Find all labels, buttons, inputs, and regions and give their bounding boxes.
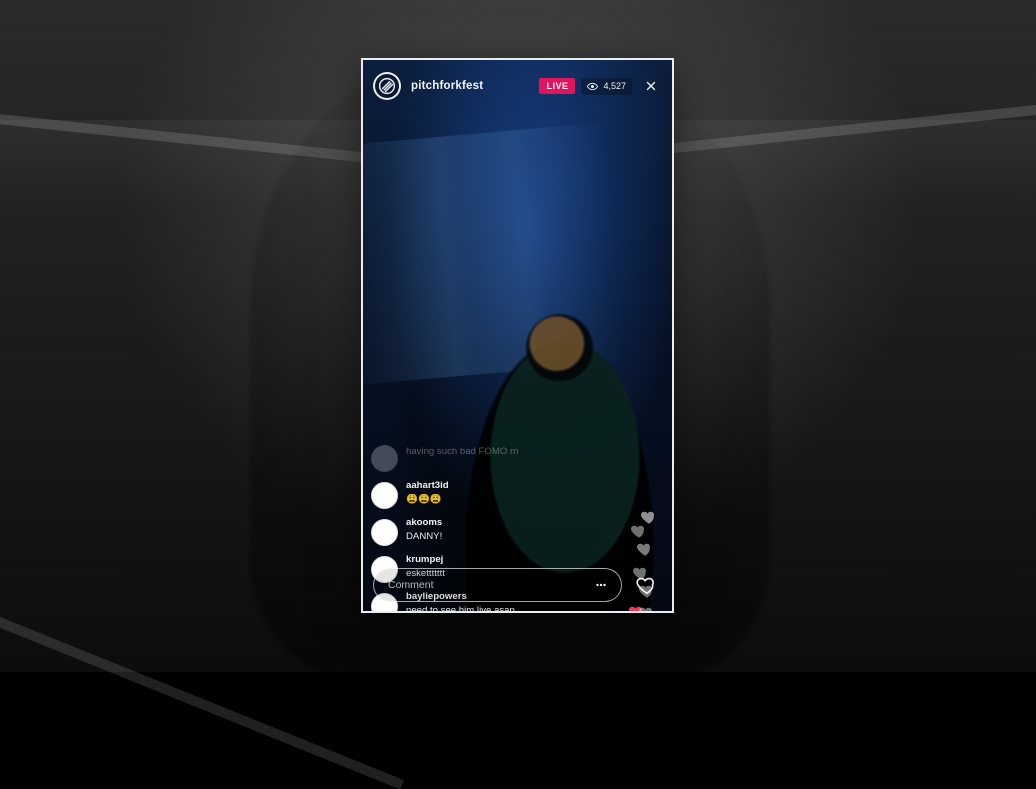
comment-item: aahart3id 😩😩😩 bbox=[371, 481, 621, 509]
more-options-button[interactable] bbox=[592, 574, 611, 596]
stream-account-name[interactable]: pitchforkfest bbox=[411, 80, 483, 92]
pitchfork-logo-glyph bbox=[378, 77, 396, 95]
comment-text: aahart3id 😩😩😩 bbox=[406, 481, 449, 505]
comment-text-field[interactable] bbox=[386, 578, 586, 592]
comment-message: need to see him live asap bbox=[406, 604, 515, 613]
viewer-count-value: 4,527 bbox=[603, 80, 626, 91]
comment-username[interactable]: krumpej bbox=[406, 555, 445, 566]
heart-icon bbox=[636, 540, 654, 558]
comment-message: having such bad FOMO rn bbox=[406, 446, 519, 457]
comment-message: 😩😩😩 bbox=[406, 493, 442, 505]
eye-icon bbox=[587, 82, 599, 90]
comment-input[interactable] bbox=[373, 568, 622, 602]
heart-icon bbox=[638, 604, 656, 611]
heart-icon bbox=[630, 522, 648, 540]
avatar bbox=[371, 519, 398, 546]
avatar bbox=[371, 482, 398, 509]
top-right-controls: LIVE 4,527 bbox=[539, 75, 662, 97]
avatar bbox=[371, 445, 398, 472]
like-button[interactable] bbox=[632, 570, 662, 600]
comment-username[interactable]: akooms bbox=[406, 518, 442, 529]
comment-username[interactable]: aahart3id bbox=[406, 481, 449, 492]
live-top-bar: pitchforkfest LIVE 4,527 bbox=[363, 60, 672, 112]
comment-item: having such bad FOMO rn bbox=[371, 444, 621, 472]
close-icon bbox=[646, 81, 656, 91]
comment-item: akooms DANNY! bbox=[371, 518, 621, 546]
viewer-count[interactable]: 4,527 bbox=[581, 77, 632, 95]
more-options-icon bbox=[596, 583, 607, 587]
close-button[interactable] bbox=[640, 75, 662, 97]
comment-text: akooms DANNY! bbox=[406, 518, 442, 542]
comment-text: having such bad FOMO rn bbox=[406, 444, 519, 457]
live-stream-phone-frame: pitchforkfest LIVE 4,527 having such bad… bbox=[361, 58, 674, 613]
heart-icon bbox=[636, 577, 654, 595]
bottom-bar bbox=[373, 567, 662, 603]
live-badge: LIVE bbox=[539, 78, 576, 94]
pitchfork-logo-icon[interactable] bbox=[373, 72, 401, 100]
comment-message: DANNY! bbox=[406, 530, 443, 542]
